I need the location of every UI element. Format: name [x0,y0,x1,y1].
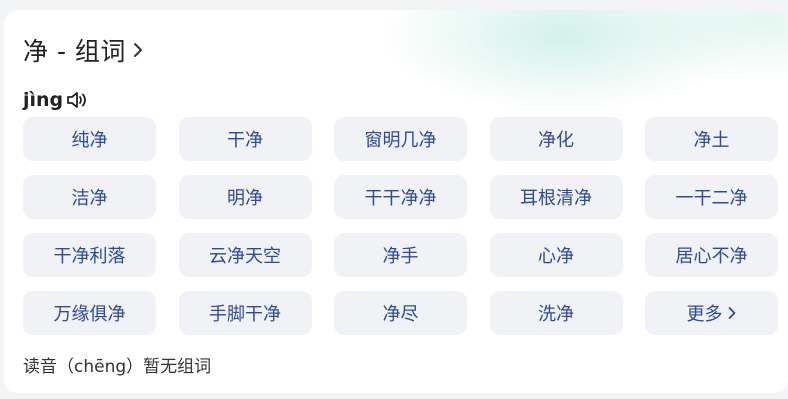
word-chip[interactable]: 云净天空 [178,233,312,277]
header-gradient [4,10,788,130]
word-chip[interactable]: 耳根清净 [489,175,623,219]
pinyin-text: jìng [23,89,64,111]
pinyin-row: jìng [23,89,88,111]
word-chip[interactable]: 万缘俱净 [23,291,156,335]
word-chip[interactable]: 窗明几净 [334,117,467,161]
word-chip[interactable]: 洁净 [23,175,156,219]
word-chip[interactable]: 纯净 [23,117,156,161]
word-chip[interactable]: 净手 [334,233,467,277]
word-chip[interactable]: 居心不净 [645,233,778,277]
title-link[interactable]: 净 - 组词 [23,32,146,68]
word-chip[interactable]: 干净利落 [23,233,156,277]
speaker-icon[interactable] [66,90,88,110]
word-grid: 纯净 干净 窗明几净 净化 净土 洁净 明净 干干净净 耳根清净 一干二净 干净… [23,117,778,335]
word-chip[interactable]: 手脚干净 [178,291,312,335]
word-chip[interactable]: 一干二净 [645,175,778,219]
chevron-right-icon [727,305,737,321]
page-title: 净 - 组词 [23,37,126,66]
word-card: 净 - 组词 jìng 纯净 干净 窗明几净 净化 净土 洁净 明净 干干净净 … [4,10,788,393]
more-button[interactable]: 更多 [645,291,778,335]
word-chip[interactable]: 净尽 [334,291,467,335]
chevron-right-icon [132,41,146,59]
more-label: 更多 [686,304,723,325]
word-chip[interactable]: 净化 [489,117,623,161]
pronunciation-note: 读音（chēng）暂无组词 [23,357,212,377]
word-chip[interactable]: 干净 [178,117,312,161]
word-chip[interactable]: 干干净净 [334,175,467,219]
word-chip[interactable]: 洗净 [489,291,623,335]
word-chip[interactable]: 明净 [178,175,312,219]
word-chip[interactable]: 净土 [645,117,778,161]
word-chip[interactable]: 心净 [489,233,623,277]
